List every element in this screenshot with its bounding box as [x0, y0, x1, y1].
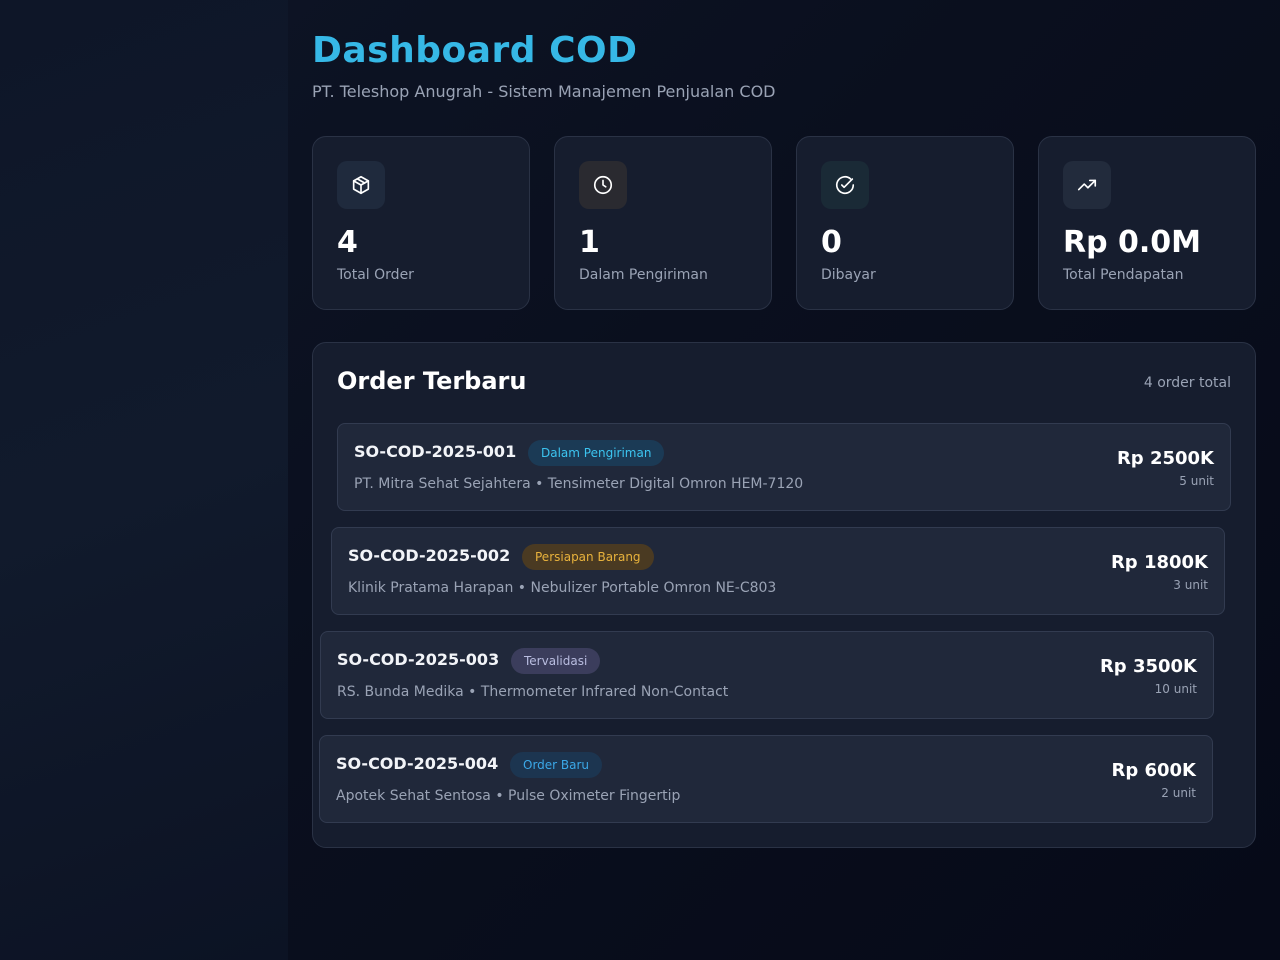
- order-description: RS. Bunda Medika • Thermometer Infrared …: [337, 684, 729, 700]
- stat-label: Total Pendapatan: [1063, 267, 1184, 283]
- order-price: Rp 600K: [1111, 760, 1196, 781]
- order-id: SO-COD-2025-003: [337, 650, 500, 669]
- order-description: Klinik Pratama Harapan • Nebulizer Porta…: [348, 580, 777, 596]
- status-badge: Dalam Pengiriman: [528, 440, 665, 466]
- order-row[interactable]: SO-COD-2025-001 Dalam Pengiriman PT. Mit…: [337, 423, 1231, 511]
- status-badge: Order Baru: [510, 752, 603, 778]
- order-id: SO-COD-2025-001: [354, 442, 517, 461]
- orders-title: Order Terbaru: [337, 367, 527, 395]
- order-id: SO-COD-2025-002: [348, 546, 511, 565]
- order-description: Apotek Sehat Sentosa • Pulse Oximeter Fi…: [336, 788, 681, 804]
- order-row[interactable]: SO-COD-2025-002 Persiapan Barang Klinik …: [331, 527, 1225, 615]
- package-icon: [337, 161, 385, 209]
- orders-count: 4 order total: [1143, 375, 1231, 391]
- stat-value: 4: [337, 225, 358, 260]
- order-row[interactable]: SO-COD-2025-003 Tervalidasi RS. Bunda Me…: [320, 631, 1214, 719]
- order-quantity: 10 unit: [1154, 682, 1197, 696]
- status-badge: Persiapan Barang: [522, 544, 654, 570]
- stat-card-dibayar: 0 Dibayar: [796, 136, 1014, 310]
- stat-label: Dibayar: [821, 267, 876, 283]
- order-price: Rp 3500K: [1099, 656, 1197, 677]
- trending-up-icon: [1063, 161, 1111, 209]
- stat-value: 1: [579, 225, 600, 260]
- orders-panel: Order Terbaru 4 order total SO-COD-2025-…: [312, 342, 1256, 848]
- stat-label: Total Order: [337, 267, 414, 283]
- page-subtitle: PT. Teleshop Anugrah - Sistem Manajemen …: [312, 82, 776, 101]
- order-id: SO-COD-2025-004: [336, 754, 499, 773]
- clock-icon: [579, 161, 627, 209]
- order-row[interactable]: SO-COD-2025-004 Order Baru Apotek Sehat …: [319, 735, 1213, 823]
- status-badge: Tervalidasi: [511, 648, 601, 674]
- stat-value: Rp 0.0M: [1063, 225, 1202, 260]
- stat-card-dalam-pengiriman: 1 Dalam Pengiriman: [554, 136, 772, 310]
- check-circle-icon: [821, 161, 869, 209]
- order-quantity: 2 unit: [1161, 786, 1196, 800]
- stats-row: 4 Total Order 1 Dalam Pengiriman 0 Dibay…: [312, 136, 1256, 310]
- stat-card-total-pendapatan: Rp 0.0M Total Pendapatan: [1038, 136, 1256, 310]
- order-price: Rp 2500K: [1116, 448, 1214, 469]
- order-description: PT. Mitra Sehat Sejahtera • Tensimeter D…: [354, 476, 804, 492]
- order-price: Rp 1800K: [1110, 552, 1208, 573]
- stat-label: Dalam Pengiriman: [579, 267, 708, 283]
- main-content: Dashboard COD PT. Teleshop Anugrah - Sis…: [312, 0, 1256, 960]
- order-quantity: 5 unit: [1179, 474, 1214, 488]
- stat-card-total-order: 4 Total Order: [312, 136, 530, 310]
- page-title: Dashboard COD: [312, 30, 638, 71]
- sidebar: [0, 0, 288, 960]
- order-quantity: 3 unit: [1173, 578, 1208, 592]
- stat-value: 0: [821, 225, 842, 260]
